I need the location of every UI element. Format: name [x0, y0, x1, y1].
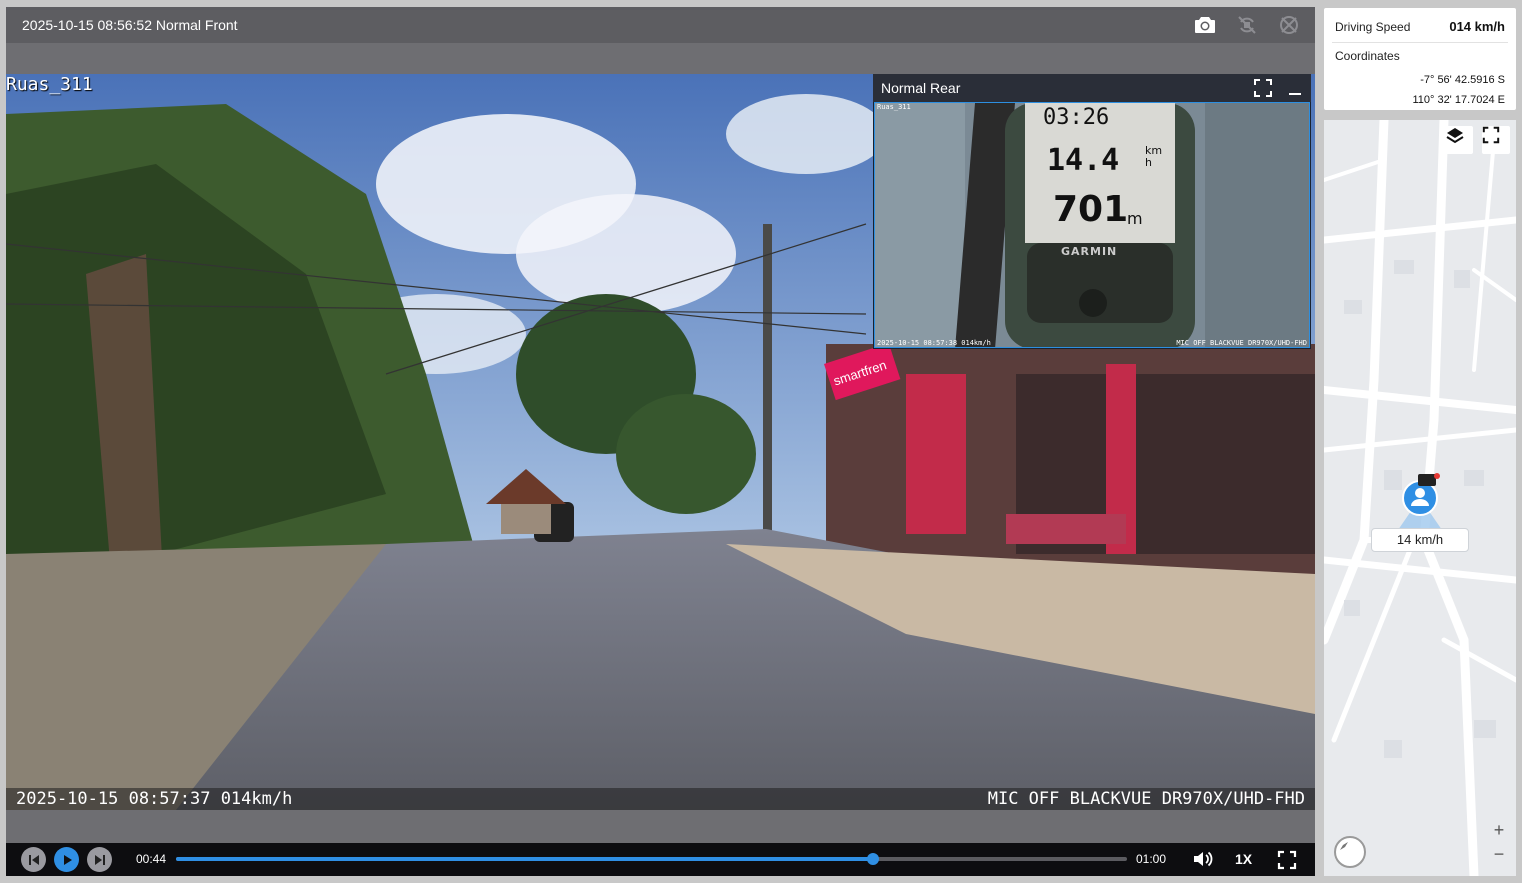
rear-overlay-top: Ruas_311	[877, 103, 911, 111]
front-overlay-top: Ruas_311	[6, 74, 93, 95]
player-title: 2025-10-15 08:56:52 Normal Front	[22, 17, 238, 33]
volume-icon[interactable]	[1192, 849, 1214, 874]
mirror-off-icon[interactable]	[1277, 13, 1301, 37]
seek-bar[interactable]	[176, 853, 1127, 865]
previous-button[interactable]	[21, 847, 46, 872]
playback-speed-button[interactable]: 1X	[1235, 851, 1252, 867]
rear-video-frame: Ruas_311 03:26 14.4 km h 701 m GARMIN 202…	[874, 102, 1310, 348]
rear-pip-header: Normal Rear	[873, 74, 1311, 102]
divider	[1332, 42, 1508, 43]
gps-speed-unit: km h	[1145, 145, 1162, 169]
front-overlay-device: MIC OFF BLACKVUE DR970X/UHD-FHD	[987, 789, 1305, 809]
map-panel[interactable]: 14 km/h + −	[1324, 120, 1516, 876]
front-overlay-bar: 2025-10-15 08:57:37 014km/h MIC OFF BLAC…	[6, 788, 1315, 810]
fullscreen-icon	[1482, 126, 1500, 144]
gps-brand: GARMIN	[1061, 245, 1118, 258]
telemetry-panel: Driving Speed 014 km/h Coordinates -7° 5…	[1324, 8, 1516, 110]
seek-bar-progress	[176, 857, 874, 861]
playback-controls: 00:44 01:00 1X	[6, 843, 1315, 876]
zoom-controls: + −	[1490, 818, 1508, 866]
fullscreen-icon[interactable]	[1277, 850, 1297, 875]
driving-speed-value: 014 km/h	[1449, 19, 1505, 34]
rear-pip-title: Normal Rear	[881, 80, 961, 96]
play-button[interactable]	[54, 847, 79, 872]
layers-icon	[1446, 128, 1464, 144]
layers-button[interactable]	[1445, 126, 1473, 154]
map-fullscreen-button[interactable]	[1482, 126, 1510, 154]
player-header: 2025-10-15 08:56:52 Normal Front	[6, 7, 1315, 43]
front-overlay-timestamp: 2025-10-15 08:57:37 014km/h	[16, 789, 293, 809]
map-speed-chip: 14 km/h	[1371, 528, 1469, 552]
minimize-icon[interactable]	[1285, 78, 1305, 98]
skip-back-icon	[28, 854, 39, 865]
gps-time: 03:26	[1043, 105, 1110, 130]
rotate-off-icon[interactable]	[1235, 13, 1259, 37]
latitude-value: -7° 56' 42.5916 S	[1420, 74, 1505, 86]
camera-icon[interactable]	[1193, 13, 1217, 37]
compass-icon	[1340, 842, 1348, 850]
next-button[interactable]	[87, 847, 112, 872]
rear-overlay-device: MIC OFF BLACKVUE DR970X/UHD-FHD	[1176, 339, 1307, 347]
current-time: 00:44	[136, 852, 167, 866]
gps-speed: 14.4	[1047, 143, 1120, 178]
total-time: 01:00	[1136, 852, 1167, 866]
map-roads	[1324, 120, 1516, 876]
skip-forward-icon	[94, 854, 105, 865]
gps-speed-unit-bottom: h	[1145, 156, 1152, 169]
seek-bar-handle[interactable]	[867, 853, 880, 865]
longitude-value: 110° 32' 17.7024 E	[1412, 94, 1505, 106]
video-player: 2025-10-15 08:56:52 Normal Front smartfr…	[6, 7, 1315, 876]
fullscreen-icon[interactable]	[1253, 78, 1273, 98]
coordinates-label: Coordinates	[1335, 49, 1400, 63]
rear-camera-pip[interactable]: Normal Rear Ruas_311 03:26 14.4 km h 701…	[873, 74, 1311, 349]
play-icon	[63, 854, 72, 865]
zoom-in-button[interactable]: +	[1490, 818, 1508, 842]
compass-button[interactable]	[1334, 836, 1366, 868]
gps-distance: 701	[1053, 189, 1129, 230]
gps-distance-unit: m	[1127, 209, 1143, 228]
zoom-out-button[interactable]: −	[1490, 842, 1508, 866]
driving-speed-label: Driving Speed	[1335, 20, 1411, 34]
rear-overlay-timestamp: 2025-10-15 08:57:38 014km/h	[877, 339, 991, 347]
